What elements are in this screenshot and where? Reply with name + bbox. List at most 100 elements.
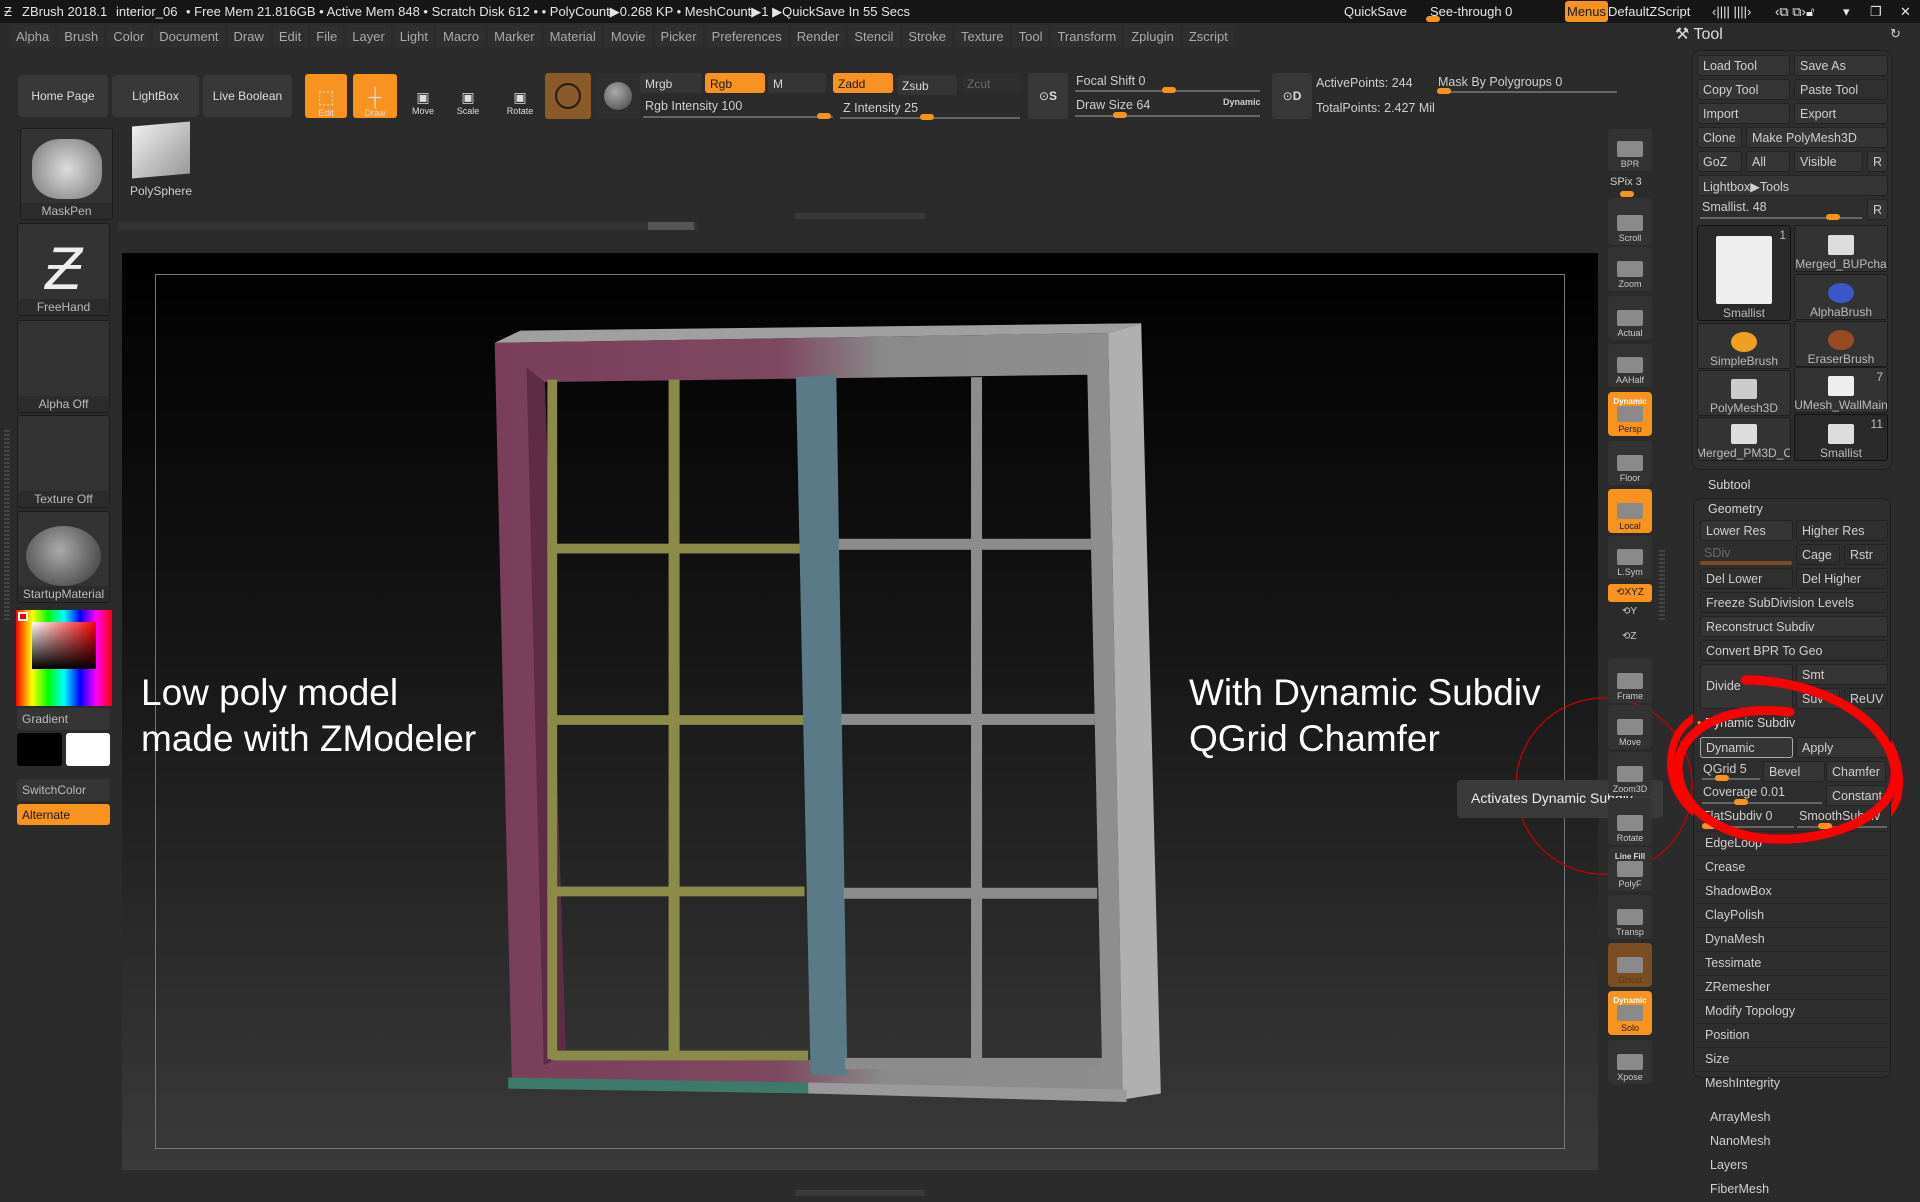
coverage-slider[interactable]	[1702, 802, 1822, 804]
reuv-button[interactable]: ReUV	[1844, 688, 1888, 709]
caption-left: Low poly model made with ZModeler	[141, 670, 476, 762]
del-higher-button[interactable]: Del Higher	[1796, 568, 1888, 589]
tool-thumb-simplebrush[interactable]: SimpleBrush	[1697, 323, 1791, 369]
coverage-knob[interactable]	[1734, 799, 1748, 805]
bevel-toggle[interactable]: Bevel	[1763, 761, 1825, 782]
lightbox-tools-button[interactable]: Lightbox▶Tools	[1697, 175, 1888, 196]
zoom-icon	[1617, 261, 1643, 277]
convert-bpr-button[interactable]: Convert BPR To Geo	[1700, 640, 1888, 661]
bottom-canvas-splitter[interactable]	[795, 1190, 925, 1196]
scroll-button[interactable]: Scroll	[1608, 198, 1652, 245]
geometry-section[interactable]: Geometry	[1708, 502, 1763, 516]
all-button[interactable]: All	[1746, 151, 1790, 172]
copy-tool-button[interactable]: Copy Tool	[1697, 79, 1790, 100]
xyz-symmetry-button[interactable]: ⟲XYZ	[1608, 584, 1652, 602]
subpalette-fibermesh[interactable]: FiberMesh	[1700, 1178, 1894, 1202]
divide-button[interactable]: Divide	[1700, 664, 1793, 709]
aahalf-button[interactable]: AAHalf	[1608, 344, 1652, 387]
tool-thumb-merged_bupcha[interactable]: Merged_BUPcha	[1794, 225, 1888, 272]
smooth-subdiv-slider[interactable]	[1797, 826, 1887, 828]
load-tool-button[interactable]: Load Tool	[1697, 55, 1790, 76]
y-symmetry-button[interactable]: ⟲Y	[1622, 606, 1637, 617]
top-canvas-splitter[interactable]	[795, 213, 925, 219]
subpalette-shadowbox[interactable]: ShadowBox	[1695, 879, 1889, 903]
subpalette-arraymesh[interactable]: ArrayMesh	[1700, 1106, 1894, 1130]
subpalette-nanomesh[interactable]: NanoMesh	[1700, 1130, 1894, 1154]
dynamic-toggle[interactable]: Dynamic	[1700, 737, 1793, 758]
tool-thumb-umesh_wallmain[interactable]: UMesh_WallMain 7	[1794, 367, 1888, 413]
higher-res-button[interactable]: Higher Res	[1796, 520, 1888, 541]
xpose-button[interactable]: Xpose	[1608, 1040, 1652, 1084]
smooth-subdiv-knob[interactable]	[1818, 823, 1832, 829]
paste-tool-button[interactable]: Paste Tool	[1794, 79, 1888, 100]
subtool-section[interactable]: Subtool	[1708, 478, 1750, 492]
coverage-label: Coverage 0.01	[1703, 785, 1786, 799]
sdiv-slider[interactable]	[1700, 561, 1792, 565]
export-button[interactable]: Export	[1794, 103, 1888, 124]
tool-thumb-alphabrush[interactable]: AlphaBrush	[1794, 274, 1888, 320]
z-symmetry-button[interactable]: ⟲Z	[1622, 631, 1637, 642]
subpalette-zremesher[interactable]: ZRemesher	[1695, 975, 1889, 999]
transp-button[interactable]: Transp	[1608, 895, 1652, 939]
apply-button[interactable]: Apply	[1796, 737, 1888, 758]
tool-thumb-label: Smallist	[1819, 446, 1862, 460]
actual-button[interactable]: Actual	[1608, 296, 1652, 340]
smt-toggle[interactable]: Smt	[1796, 664, 1888, 685]
move-button[interactable]: Move	[1608, 705, 1652, 749]
subpalette-size[interactable]: Size	[1695, 1047, 1889, 1071]
subpalette-position[interactable]: Position	[1695, 1023, 1889, 1047]
del-lower-button[interactable]: Del Lower	[1700, 568, 1793, 589]
chamfer-toggle[interactable]: Chamfer	[1826, 761, 1886, 782]
subpalette-crease[interactable]: Crease	[1695, 855, 1889, 879]
subpalette-modify-topology[interactable]: Modify Topology	[1695, 999, 1889, 1023]
zoom-button[interactable]: Zoom	[1608, 247, 1652, 291]
qgrid-slider[interactable]	[1702, 778, 1760, 780]
save-as-button[interactable]: Save As	[1794, 55, 1888, 76]
flat-subdiv-knob[interactable]	[1702, 823, 1716, 829]
lsym-button[interactable]: L.Sym	[1608, 536, 1652, 579]
subpalette-edgeloop[interactable]: EdgeLoop	[1695, 831, 1889, 855]
ghost-button[interactable]: Ghost	[1608, 943, 1652, 987]
local-button[interactable]: Local	[1608, 489, 1652, 533]
right-tray-handle[interactable]	[1659, 550, 1665, 620]
zoom3d-button[interactable]: Zoom3D	[1608, 752, 1652, 796]
tool-thumb-polymesh3d[interactable]: PolyMesh3D	[1697, 370, 1791, 416]
cage-button[interactable]: Cage	[1796, 544, 1840, 565]
tool-thumb-smallist[interactable]: Smallist 11	[1794, 414, 1888, 461]
subpalette-tessimate[interactable]: Tessimate	[1695, 951, 1889, 975]
lower-res-button[interactable]: Lower Res	[1700, 520, 1793, 541]
clone-button[interactable]: Clone	[1697, 127, 1742, 148]
tool-thumb-eraserbrush[interactable]: EraserBrush	[1794, 321, 1888, 367]
subpalette-claypolish[interactable]: ClayPolish	[1695, 903, 1889, 927]
make-polymesh3d-button[interactable]: Make PolyMesh3D	[1746, 127, 1888, 148]
bpr-button[interactable]: BPR	[1608, 129, 1652, 171]
rstr-button[interactable]: Rstr	[1844, 544, 1888, 565]
spix-knob[interactable]	[1620, 191, 1634, 197]
subpalette-layers[interactable]: Layers	[1700, 1154, 1894, 1178]
tool-thumb-label: AlphaBrush	[1809, 305, 1873, 319]
smallist-r-button[interactable]: R	[1867, 199, 1888, 220]
tool-thumb-merged_pm3d_c[interactable]: Merged_PM3D_C	[1697, 417, 1791, 461]
qgrid-knob[interactable]	[1715, 775, 1729, 781]
suv-toggle[interactable]: Suv	[1796, 688, 1840, 709]
polyf-button[interactable]: Line Fill PolyF	[1608, 847, 1652, 891]
import-button[interactable]: Import	[1697, 103, 1790, 124]
freeze-subdivision-button[interactable]: Freeze SubDivision Levels	[1700, 592, 1888, 613]
solo-button[interactable]: Dynamic Solo	[1608, 991, 1652, 1035]
reconstruct-subdiv-button[interactable]: Reconstruct Subdiv	[1700, 616, 1888, 637]
subpalette-dynamesh[interactable]: DynaMesh	[1695, 927, 1889, 951]
constant-toggle[interactable]: Constant	[1826, 785, 1886, 806]
subpalette-meshintegrity[interactable]: MeshIntegrity	[1695, 1071, 1889, 1095]
floor-button[interactable]: Floor	[1608, 441, 1652, 485]
palette-reset-icon[interactable]: ↻	[1890, 26, 1901, 42]
dynamic-subdiv-section[interactable]: • Dynamic Subdiv	[1697, 716, 1795, 730]
goz-r-button[interactable]: R	[1867, 151, 1888, 172]
active-dot-icon: •	[1697, 716, 1702, 730]
goz-button[interactable]: GoZ	[1697, 151, 1742, 172]
tool-thumb-smallist[interactable]: Smallist 1	[1697, 225, 1791, 321]
frame-button[interactable]: Frame	[1608, 658, 1652, 703]
smallist-knob[interactable]	[1826, 214, 1840, 220]
persp-button[interactable]: Dynamic Persp	[1608, 392, 1652, 436]
rotate-button[interactable]: Rotate	[1608, 798, 1652, 845]
visible-button[interactable]: Visible	[1794, 151, 1863, 172]
